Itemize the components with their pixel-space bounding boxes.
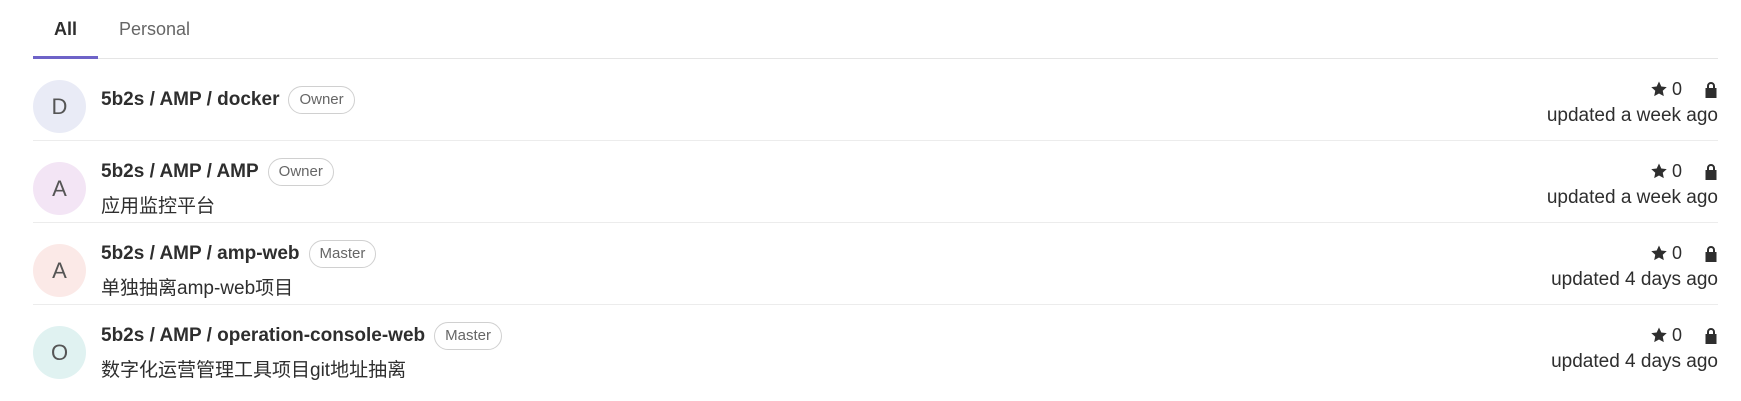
- project-name-link[interactable]: 5b2s / AMP / AMP: [101, 161, 259, 183]
- project-meta: 0 updated a week ago: [1547, 159, 1718, 209]
- access-role-badge: Owner: [267, 158, 334, 186]
- project-meta-stats: 0: [1551, 323, 1718, 347]
- star-icon: [1651, 163, 1667, 179]
- star-icon: [1651, 81, 1667, 97]
- updated-timestamp: updated 4 days ago: [1551, 269, 1718, 290]
- access-role-badge: Master: [308, 240, 377, 268]
- lock-icon: [1704, 327, 1718, 344]
- project-name-link[interactable]: 5b2s / AMP / amp-web: [101, 243, 300, 265]
- project-info: 5b2s / AMP / operation-console-web Maste…: [101, 319, 502, 382]
- lock-icon: [1704, 163, 1718, 180]
- project-avatar[interactable]: O: [33, 326, 86, 379]
- project-meta-stats: 0: [1547, 77, 1718, 101]
- project-title-line: 5b2s / AMP / docker Owner: [101, 83, 355, 117]
- projects-page: All Personal D 5b2s / AMP / docker Owner…: [33, 0, 1718, 387]
- project-info: 5b2s / AMP / amp-web Master 单独抽离amp-web项…: [101, 237, 377, 300]
- project-meta: 0 updated a week ago: [1547, 77, 1718, 127]
- project-name-link[interactable]: 5b2s / AMP / operation-console-web: [101, 325, 425, 347]
- star-count-value: 0: [1671, 242, 1682, 263]
- project-meta: 0 updated 4 days ago: [1551, 323, 1718, 373]
- star-count-value: 0: [1671, 324, 1682, 345]
- access-role-badge: Owner: [288, 86, 355, 114]
- tab-all[interactable]: All: [33, 0, 99, 59]
- updated-timestamp: updated 4 days ago: [1551, 351, 1718, 372]
- star-count[interactable]: 0: [1650, 161, 1682, 182]
- project-meta-stats: 0: [1551, 241, 1718, 265]
- project-info: 5b2s / AMP / AMP Owner 应用监控平台: [101, 155, 334, 218]
- star-count-value: 0: [1671, 78, 1682, 99]
- lock-icon: [1704, 81, 1718, 98]
- star-icon: [1651, 327, 1667, 343]
- project-description: 单独抽离amp-web项目: [101, 278, 294, 299]
- project-meta-stats: 0: [1547, 159, 1718, 183]
- project-description: 数字化运营管理工具项目git地址抽离: [101, 360, 407, 381]
- project-title-line: 5b2s / AMP / operation-console-web Maste…: [101, 319, 502, 353]
- project-row: O 5b2s / AMP / operation-console-web Mas…: [33, 305, 1718, 387]
- project-list: D 5b2s / AMP / docker Owner 0 updated a …: [33, 59, 1718, 387]
- star-icon: [1651, 245, 1667, 261]
- star-count[interactable]: 0: [1650, 79, 1682, 100]
- star-count-value: 0: [1671, 160, 1682, 181]
- tab-personal[interactable]: Personal: [98, 0, 211, 58]
- access-role-badge: Master: [434, 322, 502, 350]
- project-row: A 5b2s / AMP / amp-web Master 单独抽离amp-we…: [33, 223, 1718, 305]
- project-filter-tabs: All Personal: [33, 0, 1718, 59]
- project-avatar[interactable]: A: [33, 244, 86, 297]
- project-title-line: 5b2s / AMP / AMP Owner: [101, 155, 334, 189]
- project-avatar[interactable]: A: [33, 162, 86, 215]
- updated-timestamp: updated a week ago: [1546, 187, 1718, 208]
- project-info: 5b2s / AMP / docker Owner: [101, 83, 355, 117]
- project-row: A 5b2s / AMP / AMP Owner 应用监控平台 0 update…: [33, 141, 1718, 223]
- project-meta: 0 updated 4 days ago: [1551, 241, 1718, 291]
- project-description: 应用监控平台: [101, 196, 216, 217]
- project-row: D 5b2s / AMP / docker Owner 0 updated a …: [33, 59, 1718, 141]
- lock-icon: [1704, 245, 1718, 262]
- star-count[interactable]: 0: [1650, 243, 1682, 264]
- project-name-link[interactable]: 5b2s / AMP / docker: [101, 89, 279, 111]
- project-avatar[interactable]: D: [33, 80, 86, 133]
- project-title-line: 5b2s / AMP / amp-web Master: [101, 237, 377, 271]
- updated-timestamp: updated a week ago: [1546, 105, 1718, 126]
- star-count[interactable]: 0: [1650, 325, 1682, 346]
